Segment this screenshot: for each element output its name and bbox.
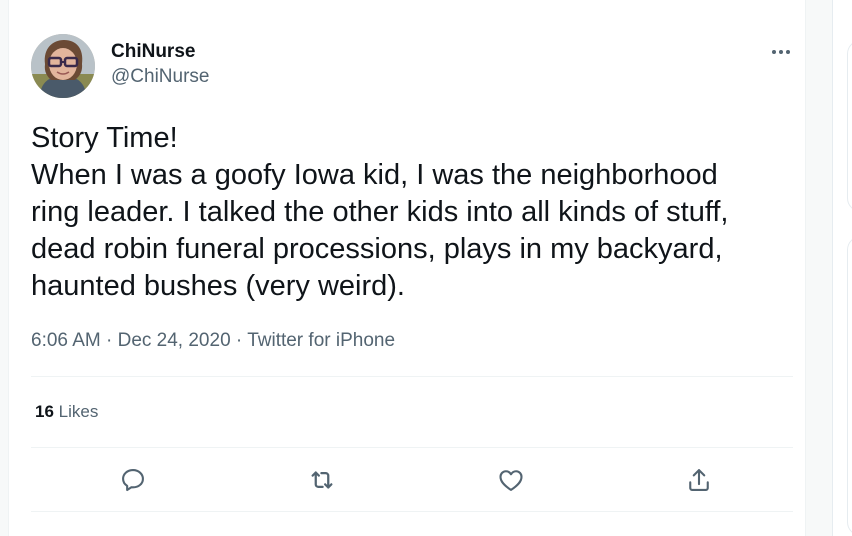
avatar[interactable] — [31, 34, 95, 98]
more-options-icon — [779, 50, 783, 54]
author-handle[interactable]: @ChiNurse — [111, 64, 209, 90]
tweet-actions — [31, 458, 793, 502]
meta-separator: · — [106, 330, 113, 351]
divider — [31, 447, 793, 448]
share-icon — [689, 469, 709, 491]
divider — [31, 376, 793, 377]
more-options-icon — [772, 50, 776, 54]
retweet-button[interactable] — [300, 458, 344, 502]
author-info: ChiNurse @ChiNurse — [111, 40, 209, 90]
tweet-text-line: Story Time! — [31, 122, 178, 154]
likes-stat[interactable]: 16 Likes — [35, 401, 98, 423]
like-button[interactable] — [489, 458, 533, 502]
tweet-meta: 6:06 AM · Dec 24, 2020 · Twitter for iPh… — [31, 328, 395, 354]
tweet-header: ChiNurse @ChiNurse — [31, 34, 791, 100]
reply-icon — [122, 469, 144, 492]
profile-photo-icon — [31, 34, 95, 98]
retweet-icon — [311, 471, 333, 489]
tweet-text-line: dead robin funeral processions, plays in… — [31, 233, 723, 265]
meta-separator: · — [235, 330, 243, 351]
author-display-name[interactable]: ChiNurse — [111, 40, 209, 64]
page: ChiNurse @ChiNurse Story Time! When I wa… — [0, 0, 852, 536]
divider — [31, 511, 793, 512]
heart-icon — [499, 470, 523, 491]
reply-button[interactable] — [111, 458, 155, 502]
tweet-text-line: haunted bushes (very weird). — [31, 270, 405, 302]
sidebar-panel — [832, 0, 852, 536]
tweet-text-line: When I was a goofy Iowa kid, I was the n… — [31, 159, 718, 191]
more-options-icon — [786, 50, 790, 54]
tweet-text: Story Time! When I was a goofy Iowa kid,… — [31, 120, 801, 305]
tweet-time-link[interactable]: 6:06 AM — [31, 330, 101, 351]
likes-count: 16 — [35, 402, 54, 421]
sidebar-card — [847, 40, 852, 212]
tweet-text-line: ring leader. I talked the other kids int… — [31, 196, 729, 228]
tweet-card: ChiNurse @ChiNurse Story Time! When I wa… — [8, 0, 806, 536]
likes-label: Likes — [58, 402, 99, 421]
sidebar-card — [847, 236, 852, 536]
tweet-date-link[interactable]: Dec 24, 2020 — [118, 330, 231, 351]
tweet-source-link[interactable]: Twitter for iPhone — [247, 330, 395, 351]
share-button[interactable] — [677, 458, 721, 502]
more-options-button[interactable] — [763, 40, 799, 64]
